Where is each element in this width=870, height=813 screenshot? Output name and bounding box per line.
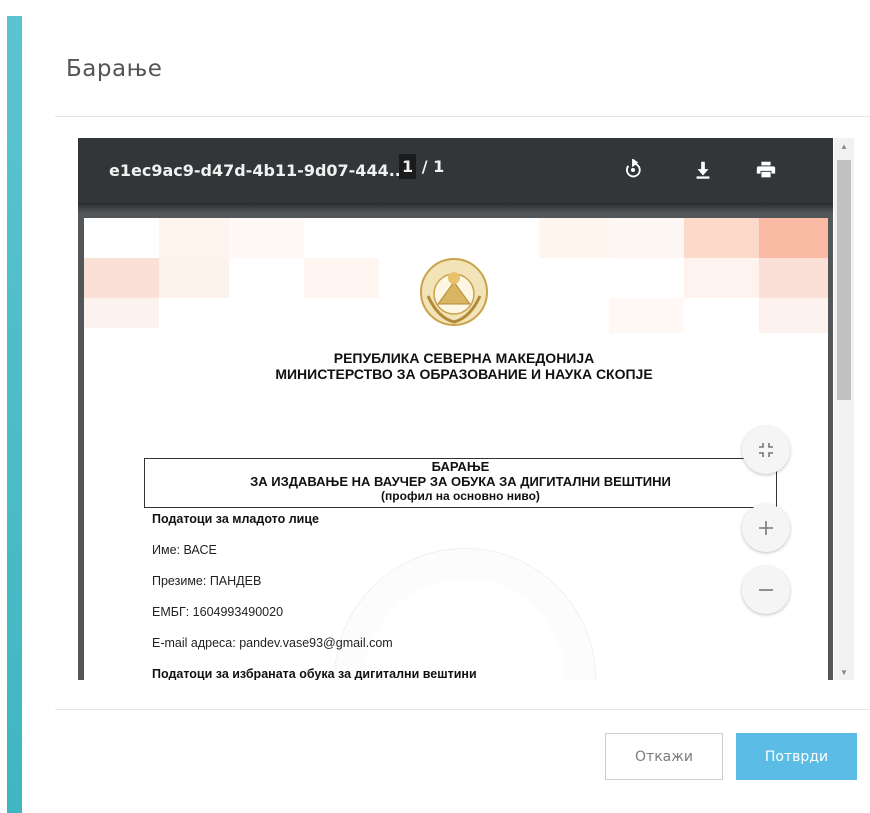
decor-tile [539,218,609,258]
decor-tile [609,218,684,258]
decor-tile [304,258,379,298]
page-indicator: 1 / 1 [399,154,445,182]
decor-tile [229,218,304,258]
request-title: БАРАЊЕ [431,459,490,474]
decor-tile [759,258,828,298]
pdf-viewer[interactable]: e1ec9ac9-d47d-4b11-9d07-444... 1 / 1 РЕП… [78,138,833,680]
confirm-button[interactable]: Потврди [736,733,857,780]
pdf-file-name: e1ec9ac9-d47d-4b11-9d07-444... [109,161,407,180]
decor-tile [759,218,828,258]
rotate-icon[interactable] [619,156,647,184]
decor-tile [159,258,229,298]
modal-title: Барање [66,56,163,82]
decor-tile [684,218,759,258]
doc-heading-ministry: МИНИСТЕРСТВО ЗА ОБРАЗОВАНИЕ И НАУКА СКОП… [275,366,653,382]
header-divider [55,116,870,117]
decor-tile [159,218,229,258]
modal-scrollbar[interactable]: ▲ ▼ [834,138,854,680]
coat-of-arms-icon [420,258,488,326]
cancel-button[interactable]: Откажи [605,733,723,780]
page-total: / 1 [421,157,445,176]
request-profile: (профил на основно ниво) [381,489,540,503]
scroll-up-arrow-icon[interactable]: ▲ [834,138,854,154]
fit-page-icon[interactable] [742,426,790,474]
watermark-emblem [334,548,596,680]
decor-tile [684,258,759,298]
page-current-input[interactable]: 1 [399,154,417,179]
zoom-out-icon[interactable] [742,566,790,614]
section-training: Податоци за избраната обука за дигитални… [152,667,477,680]
request-subtitle: ЗА ИЗДАВАЊЕ НА ВАУЧЕР ЗА ОБУКА ЗА ДИГИТА… [250,474,671,489]
decor-tile [84,298,159,328]
zoom-in-icon[interactable] [742,504,790,552]
scroll-down-arrow-icon[interactable]: ▼ [834,664,854,680]
left-accent-bar [7,16,22,813]
doc-heading-country: РЕПУБЛИКА СЕВЕРНА МАКЕДОНИЈА [333,350,595,366]
toolbar-shadow [78,203,833,213]
email-line: E-mail адреса: pandev.vase93@gmail.com [152,636,393,650]
decor-tile [609,298,684,333]
embg-line: ЕМБГ: 1604993490020 [152,605,284,619]
surname-line: Презиме: ПАНДЕВ [152,574,262,588]
name-line: Име: ВАСЕ [152,543,217,557]
decor-tile [84,258,159,298]
section-young-person: Податоци за младото лице [152,512,319,526]
decor-tile [759,298,828,333]
download-icon[interactable] [689,156,717,184]
footer-divider [55,709,870,710]
document-page: РЕПУБЛИКА СЕВЕРНА МАКЕДОНИЈА МИНИСТЕРСТВ… [84,218,828,680]
request-title-box: БАРАЊЕ ЗА ИЗДАВАЊЕ НА ВАУЧЕР ЗА ОБУКА ЗА… [144,458,777,508]
pdf-toolbar: e1ec9ac9-d47d-4b11-9d07-444... 1 / 1 [78,138,833,203]
print-icon[interactable] [752,156,780,184]
scrollbar-thumb[interactable] [837,160,851,400]
